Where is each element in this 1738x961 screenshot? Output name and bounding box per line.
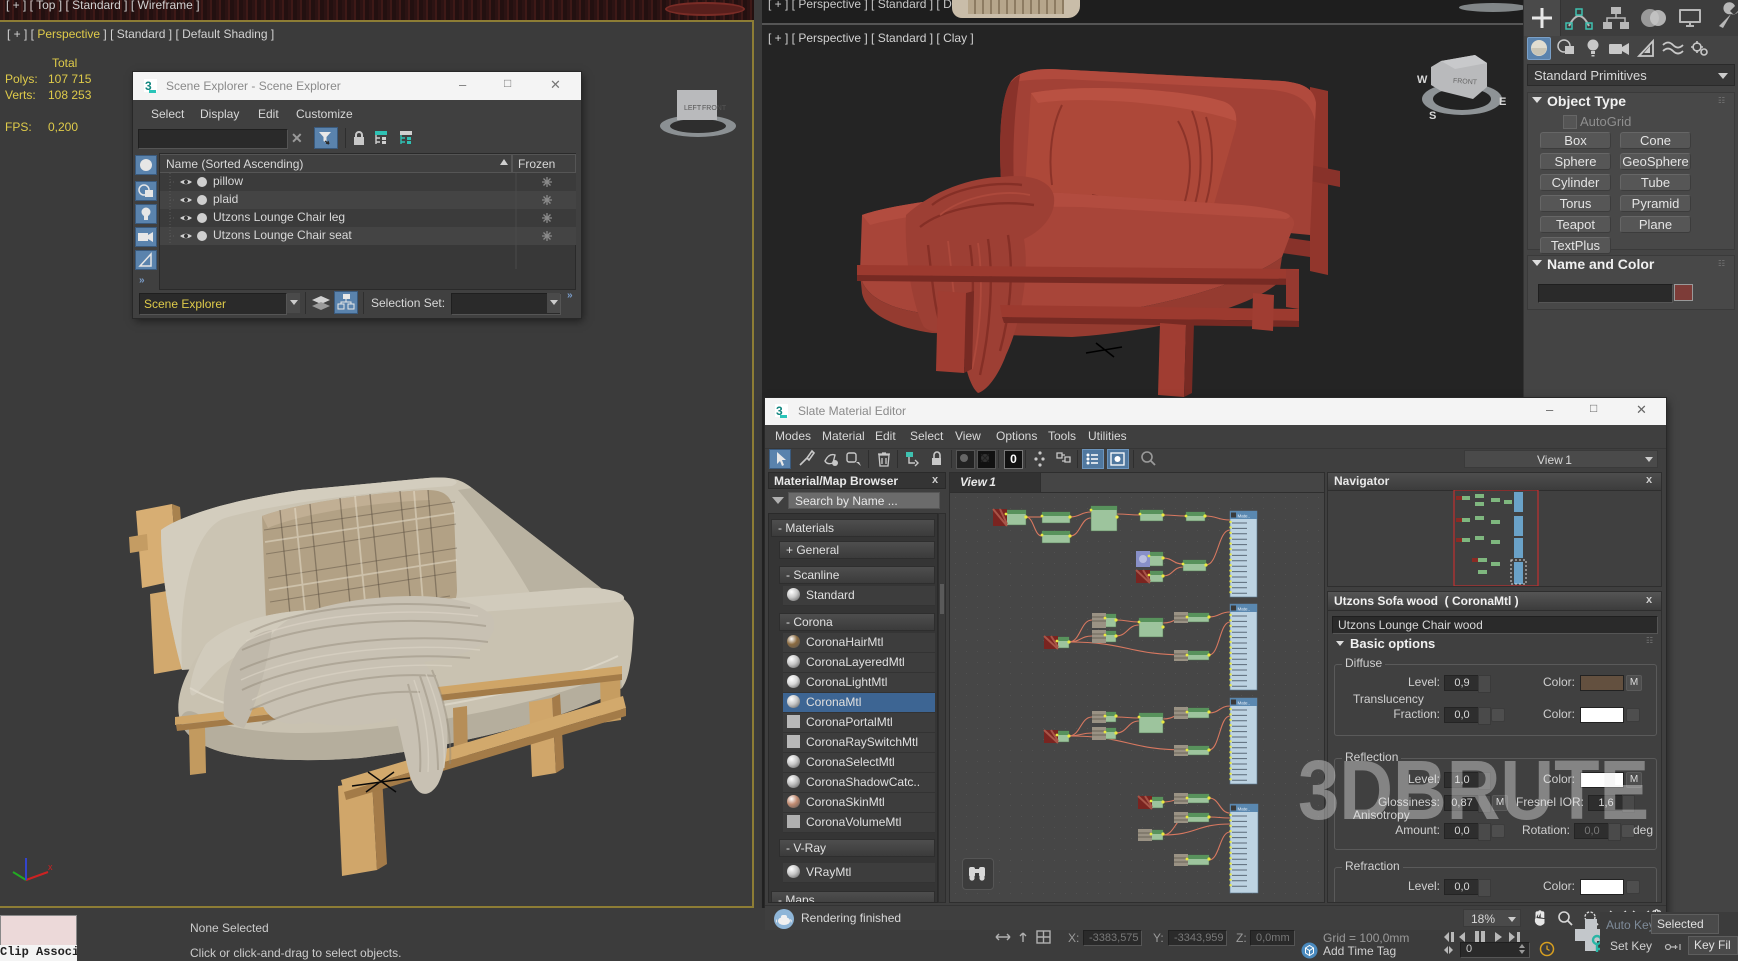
svg-text:Mate..: Mate..	[1238, 701, 1251, 706]
svg-text:E: E	[1499, 96, 1506, 108]
svg-text:S: S	[1429, 110, 1436, 122]
svg-text:W: W	[1417, 74, 1428, 86]
svg-text:Mate..: Mate..	[1238, 807, 1251, 812]
svg-text:Mate..: Mate..	[1238, 607, 1251, 612]
svg-text:FRONT: FRONT	[702, 105, 727, 112]
svg-text:LEFT: LEFT	[684, 105, 702, 112]
svg-text:x: x	[48, 862, 53, 872]
svg-text:Mate..: Mate..	[1238, 514, 1251, 519]
